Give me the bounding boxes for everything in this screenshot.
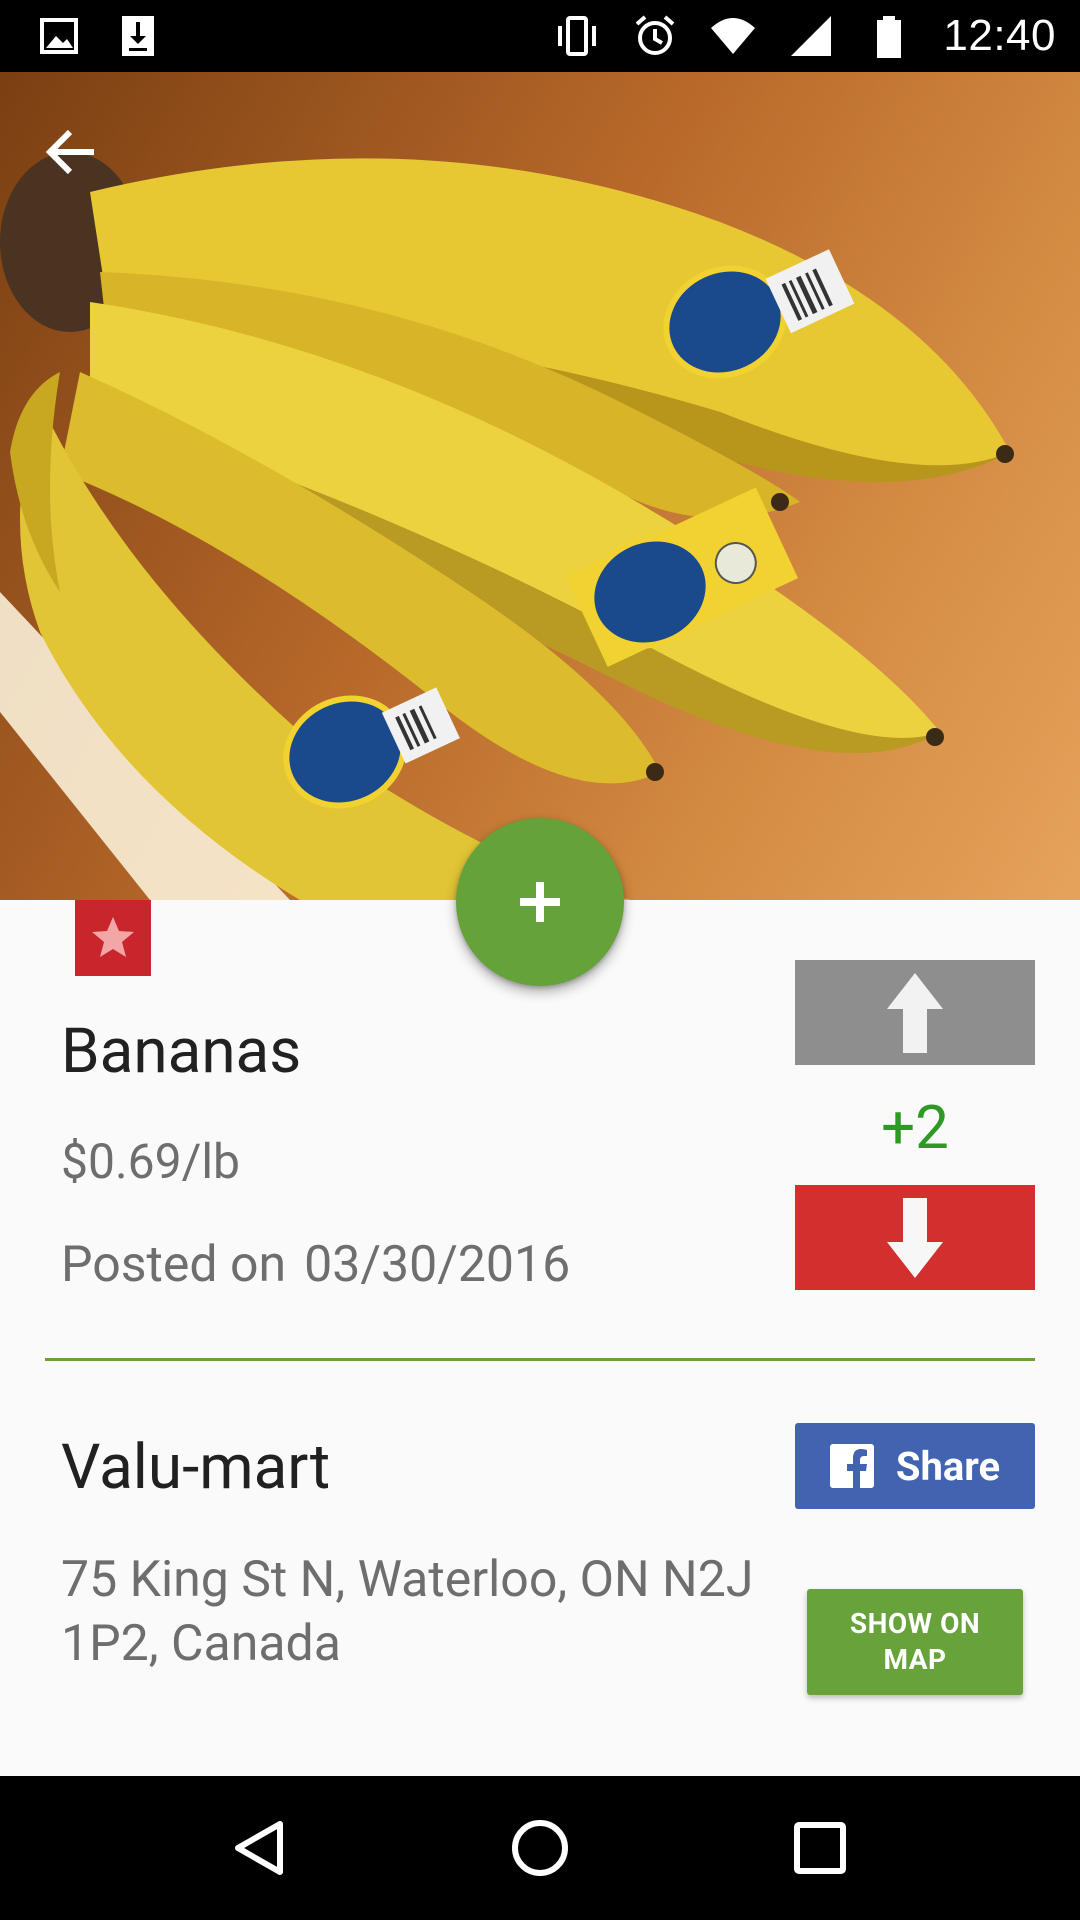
upvote-button[interactable] bbox=[795, 960, 1035, 1065]
show-on-map-button[interactable]: SHOW ON MAP bbox=[807, 1589, 1023, 1695]
wifi-icon bbox=[711, 18, 756, 54]
arrow-down-icon bbox=[887, 1197, 943, 1278]
product-name: Bananas bbox=[61, 1015, 302, 1088]
navigation-bar bbox=[0, 1776, 1080, 1920]
star-icon bbox=[92, 917, 134, 957]
back-button[interactable] bbox=[44, 124, 124, 204]
posted-date: 03/30/2016 bbox=[304, 1236, 571, 1294]
download-icon bbox=[122, 16, 154, 56]
downvote-button[interactable] bbox=[795, 1185, 1035, 1290]
nav-recents-button[interactable] bbox=[772, 1800, 868, 1896]
favorite-button[interactable] bbox=[75, 900, 151, 976]
plus-icon bbox=[520, 882, 560, 922]
nav-back-button[interactable] bbox=[212, 1800, 308, 1896]
facebook-share-button[interactable]: Share bbox=[795, 1423, 1035, 1509]
recents-square-icon bbox=[794, 1822, 846, 1874]
nav-home-button[interactable] bbox=[492, 1800, 588, 1896]
arrow-up-icon bbox=[887, 972, 943, 1053]
alarm-icon bbox=[636, 15, 675, 55]
add-fab[interactable] bbox=[456, 818, 624, 986]
store-name: Valu-mart bbox=[61, 1431, 331, 1504]
posted-label: Posted on bbox=[61, 1236, 287, 1294]
section-divider bbox=[45, 1358, 1035, 1361]
clock: 12:40 bbox=[943, 11, 1056, 60]
facebook-icon bbox=[829, 1444, 874, 1488]
posted-line: Posted on 03/30/2016 bbox=[61, 1232, 570, 1298]
battery-icon bbox=[877, 16, 902, 58]
vibrate-icon bbox=[558, 16, 597, 56]
arrow-back-icon bbox=[45, 129, 94, 175]
image-icon bbox=[40, 18, 78, 54]
product-price: $0.69/lb bbox=[61, 1133, 240, 1190]
status-bar: 12:40 bbox=[0, 0, 1080, 72]
vote-score: +2 bbox=[881, 1092, 949, 1163]
map-button-label: SHOW ON MAP bbox=[849, 1607, 981, 1676]
signal-icon bbox=[791, 16, 832, 56]
status-left bbox=[36, 12, 162, 60]
home-circle-icon bbox=[512, 1820, 568, 1876]
back-triangle-icon bbox=[235, 1821, 283, 1875]
status-right: 12:40 bbox=[553, 11, 1056, 61]
bananas-photo bbox=[0, 152, 1014, 900]
share-label: Share bbox=[895, 1442, 1001, 1490]
store-address: 75 King St N, Waterloo, ON N2J 1P2, Cana… bbox=[61, 1551, 754, 1673]
product-photo bbox=[0, 72, 1080, 900]
